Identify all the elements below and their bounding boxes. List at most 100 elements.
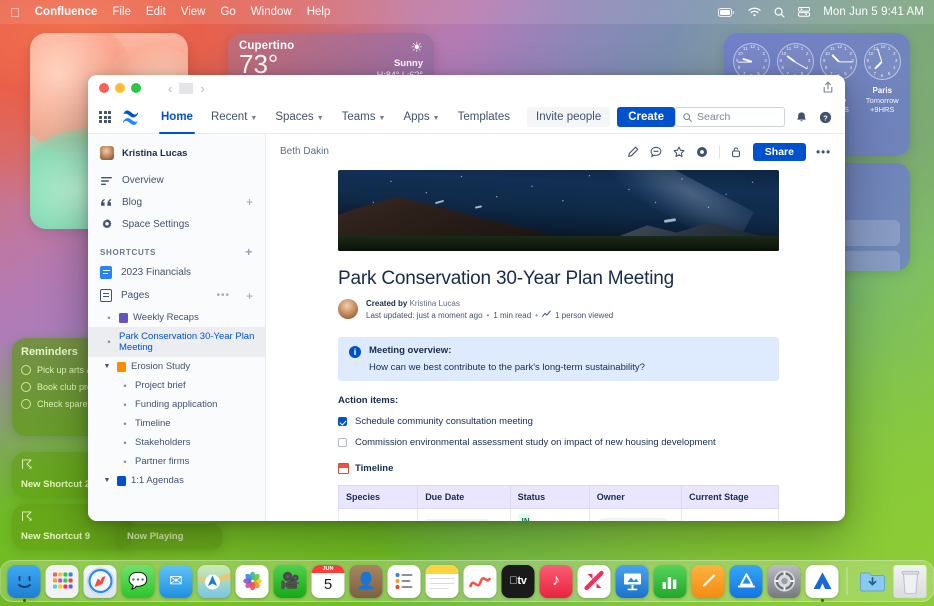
confluence-app-window[interactable]: ‹ › Home Recent ▼ Spaces ▼ Teams ▼ bbox=[88, 75, 845, 521]
messages-icon[interactable]: 💬 bbox=[122, 565, 155, 598]
restrictions-lock-icon[interactable] bbox=[730, 145, 743, 158]
dock-item-downloads-folder[interactable] bbox=[856, 565, 889, 598]
content-toolbar[interactable]: Beth Dakin bbox=[266, 134, 845, 162]
dock-item-keynote[interactable] bbox=[616, 565, 649, 598]
column-header-current-stage[interactable]: Current Stage bbox=[682, 486, 779, 509]
sidebar-space-header[interactable]: Kristina Lucas bbox=[88, 143, 265, 170]
safari-icon[interactable] bbox=[84, 565, 117, 598]
breadcrumb[interactable]: Beth Dakin bbox=[280, 146, 329, 157]
nav-tab-home[interactable]: Home bbox=[152, 101, 202, 134]
column-header-status[interactable]: Status bbox=[510, 486, 589, 509]
table-row[interactable]: Brown Bear June 21, 2023 IN PROGRESS @Ri… bbox=[339, 509, 779, 522]
column-header-owner[interactable]: Owner bbox=[589, 486, 681, 509]
page-tree-item-project-brief[interactable]: • Project brief bbox=[88, 376, 265, 395]
created-by-name[interactable]: Kristina Lucas bbox=[410, 299, 460, 308]
menu-item-go[interactable]: Go bbox=[220, 6, 235, 18]
menu-item-help[interactable]: Help bbox=[307, 6, 331, 18]
page-tree-item-partner-firms[interactable]: • Partner firms bbox=[88, 452, 265, 471]
mail-icon[interactable]: ✉ bbox=[160, 565, 193, 598]
task-item[interactable]: Schedule community consultation meeting bbox=[338, 416, 779, 427]
macos-dock[interactable]: 💬✉🎥JUN5👤tv♪ bbox=[0, 560, 934, 602]
space-sidebar[interactable]: Kristina Lucas Overview Blog + Space S bbox=[88, 134, 266, 521]
maps-icon[interactable] bbox=[198, 565, 231, 598]
calendar-icon[interactable]: JUN5 bbox=[312, 565, 345, 598]
system-settings-icon[interactable] bbox=[768, 565, 801, 598]
task-checkbox-unchecked[interactable] bbox=[338, 438, 347, 447]
task-checkbox-checked[interactable] bbox=[338, 417, 347, 426]
keynote-icon[interactable] bbox=[616, 565, 649, 598]
appletv-icon[interactable]: tv bbox=[502, 565, 535, 598]
dock-item-freeform[interactable] bbox=[464, 565, 497, 598]
confluence-logo-icon[interactable] bbox=[122, 109, 139, 126]
dock-item-photos[interactable] bbox=[236, 565, 269, 598]
nav-tab-spaces[interactable]: Spaces ▼ bbox=[266, 101, 332, 134]
dock-item-music[interactable]: ♪ bbox=[540, 565, 573, 598]
chevron-down-icon[interactable]: ▼ bbox=[102, 363, 112, 370]
menu-item-edit[interactable]: Edit bbox=[146, 6, 166, 18]
window-traffic-lights[interactable] bbox=[99, 83, 141, 93]
dock-item-mail[interactable]: ✉ bbox=[160, 565, 193, 598]
page-tree-item-timeline[interactable]: • Timeline bbox=[88, 414, 265, 433]
dock-item-system-settings[interactable] bbox=[768, 565, 801, 598]
page-tree-item-park-conservation[interactable]: • Park Conservation 30-Year Plan Meeting bbox=[88, 327, 265, 357]
dock-item-maps[interactable] bbox=[198, 565, 231, 598]
star-icon[interactable] bbox=[673, 145, 686, 158]
date-chip[interactable]: June 21, 2023 bbox=[425, 519, 488, 521]
help-icon[interactable]: ? bbox=[818, 110, 833, 125]
menu-item-view[interactable]: View bbox=[181, 6, 206, 18]
apple-logo-icon[interactable]:  bbox=[10, 6, 20, 19]
window-titlebar[interactable]: ‹ › bbox=[88, 75, 845, 101]
numbers-icon[interactable] bbox=[654, 565, 687, 598]
more-options-icon[interactable]: ••• bbox=[816, 145, 831, 159]
sidebar-item-space-settings[interactable]: Space Settings bbox=[88, 213, 265, 235]
column-header-species[interactable]: Species bbox=[339, 486, 418, 509]
battery-icon[interactable] bbox=[718, 8, 735, 17]
photos-icon[interactable] bbox=[236, 565, 269, 598]
close-window-button[interactable] bbox=[99, 83, 109, 93]
dock-item-news[interactable] bbox=[578, 565, 611, 598]
reminder-checkbox-icon[interactable] bbox=[21, 399, 31, 409]
launchpad-icon[interactable] bbox=[46, 565, 79, 598]
avatar[interactable] bbox=[338, 299, 358, 319]
dock-item-contacts[interactable]: 👤 bbox=[350, 565, 383, 598]
minimize-window-button[interactable] bbox=[115, 83, 125, 93]
chevron-down-icon[interactable]: ▼ bbox=[102, 477, 112, 484]
add-blog-post-icon[interactable]: + bbox=[246, 196, 253, 208]
menu-app-name[interactable]: Confluence bbox=[35, 6, 98, 18]
add-shortcut-icon[interactable]: + bbox=[245, 246, 253, 258]
contacts-icon[interactable]: 👤 bbox=[350, 565, 383, 598]
trash-icon[interactable] bbox=[894, 565, 927, 598]
task-item[interactable]: Commission environmental assessment stud… bbox=[338, 437, 779, 448]
dock-item-messages[interactable]: 💬 bbox=[122, 565, 155, 598]
browser-nav-arrows[interactable]: ‹ › bbox=[161, 82, 212, 95]
notifications-bell-icon[interactable] bbox=[794, 110, 809, 125]
nav-tab-apps[interactable]: Apps ▼ bbox=[394, 101, 448, 134]
dock-item-appletv[interactable]: tv bbox=[502, 565, 535, 598]
page-tree-item-stakeholders[interactable]: • Stakeholders bbox=[88, 433, 265, 452]
edit-pencil-icon[interactable] bbox=[627, 145, 640, 158]
column-header-due-date[interactable]: Due Date bbox=[418, 486, 510, 509]
downloads-folder-icon[interactable] bbox=[856, 565, 889, 598]
add-page-icon[interactable]: + bbox=[246, 290, 253, 302]
settings-gear-icon[interactable] bbox=[842, 110, 845, 125]
pages-more-icon[interactable]: ••• bbox=[216, 290, 230, 301]
reminder-checkbox-icon[interactable] bbox=[21, 382, 31, 392]
dock-item-reminders[interactable] bbox=[388, 565, 421, 598]
dock-item-notes[interactable] bbox=[426, 565, 459, 598]
news-icon[interactable] bbox=[578, 565, 611, 598]
app-switcher-grid-icon[interactable] bbox=[99, 111, 111, 123]
page-tree-item-erosion-study[interactable]: ▼ Erosion Study bbox=[88, 357, 265, 376]
timeline-table[interactable]: Species Due Date Status Owner Current St… bbox=[338, 485, 779, 521]
menu-bar-clock[interactable]: Mon Jun 5 9:41 AM bbox=[823, 6, 924, 18]
comment-icon[interactable] bbox=[650, 145, 663, 158]
dock-item-finder[interactable] bbox=[8, 565, 41, 598]
analytics-icon[interactable] bbox=[542, 310, 551, 320]
confluence-top-nav[interactable]: Home Recent ▼ Spaces ▼ Teams ▼ Apps ▼ Te… bbox=[88, 101, 845, 134]
confluence-icon[interactable] bbox=[806, 565, 839, 598]
freeform-icon[interactable] bbox=[464, 565, 497, 598]
create-button[interactable]: Create bbox=[617, 107, 675, 127]
share-button[interactable]: Share bbox=[753, 143, 806, 161]
reminders-icon[interactable] bbox=[388, 565, 421, 598]
wifi-icon[interactable] bbox=[748, 7, 761, 17]
page-tree-item-weekly-recaps[interactable]: • Weekly Recaps bbox=[88, 308, 265, 327]
